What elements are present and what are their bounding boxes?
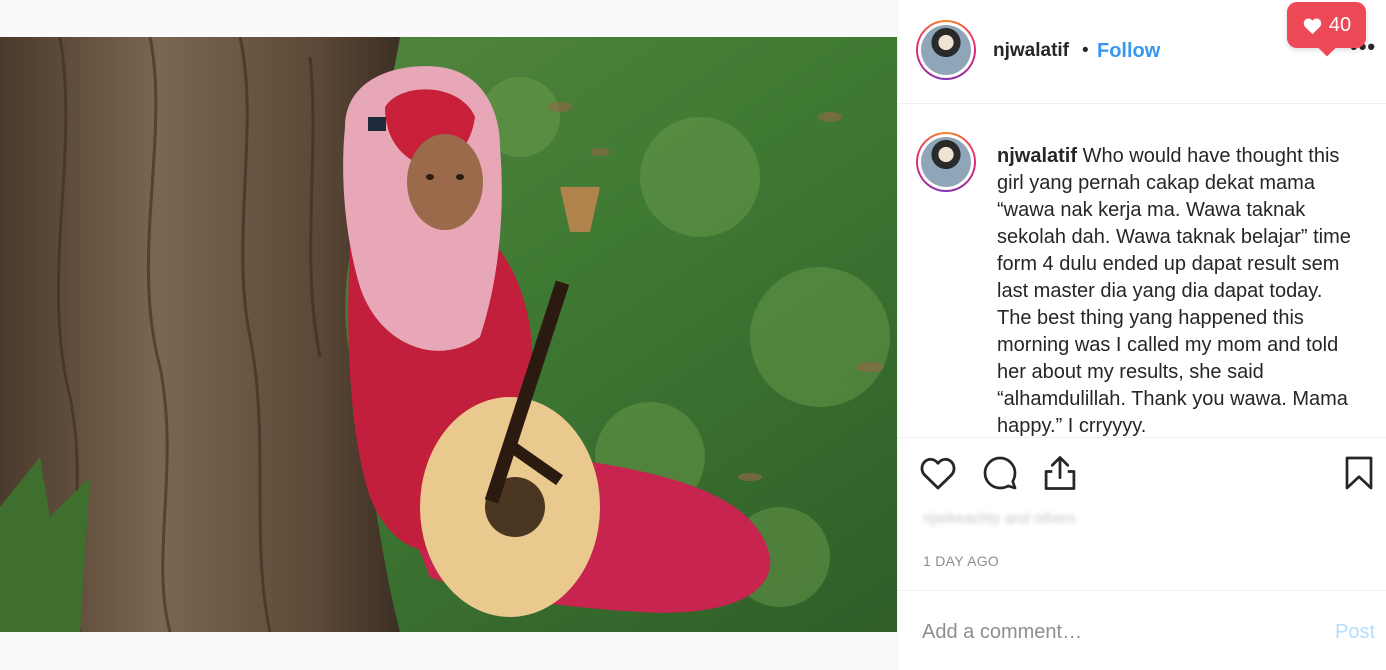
- caption-avatar[interactable]: [916, 132, 976, 192]
- share-icon[interactable]: [1043, 454, 1077, 497]
- post-timestamp[interactable]: 1 DAY AGO: [923, 553, 999, 569]
- like-notification-badge[interactable]: 40: [1287, 2, 1366, 48]
- post-photo[interactable]: [0, 37, 897, 632]
- header-username[interactable]: njwalatif: [993, 40, 1069, 62]
- bookmark-icon[interactable]: [1344, 454, 1374, 497]
- caption: njwalatif Who would have thought this gi…: [997, 143, 1357, 437]
- caption-avatar-image: [921, 137, 971, 187]
- comment-icon[interactable]: [982, 455, 1018, 496]
- like-count: 40: [1328, 13, 1352, 36]
- avatar[interactable]: [916, 20, 976, 80]
- post-comment-button[interactable]: Post: [1335, 621, 1375, 644]
- header-separator: •: [1082, 40, 1089, 61]
- post-actions: [898, 440, 1386, 510]
- avatar-image: [921, 25, 971, 75]
- follow-button[interactable]: Follow: [1097, 40, 1160, 63]
- caption-area[interactable]: njwalatif Who would have thought this gi…: [898, 105, 1386, 438]
- heart-icon: [1303, 17, 1322, 34]
- heart-outline-icon[interactable]: [919, 455, 957, 496]
- comment-input[interactable]: [922, 619, 1302, 645]
- caption-username[interactable]: njwalatif: [997, 145, 1077, 167]
- photo-area: [0, 0, 897, 670]
- comment-bar: Post: [898, 590, 1386, 670]
- liked-by-text[interactable]: njwikeachty and others: [923, 510, 1343, 530]
- caption-text: Who would have thought this girl yang pe…: [997, 145, 1351, 437]
- post-side-panel: njwalatif • Follow ••• njwalatif Who wou…: [897, 0, 1386, 670]
